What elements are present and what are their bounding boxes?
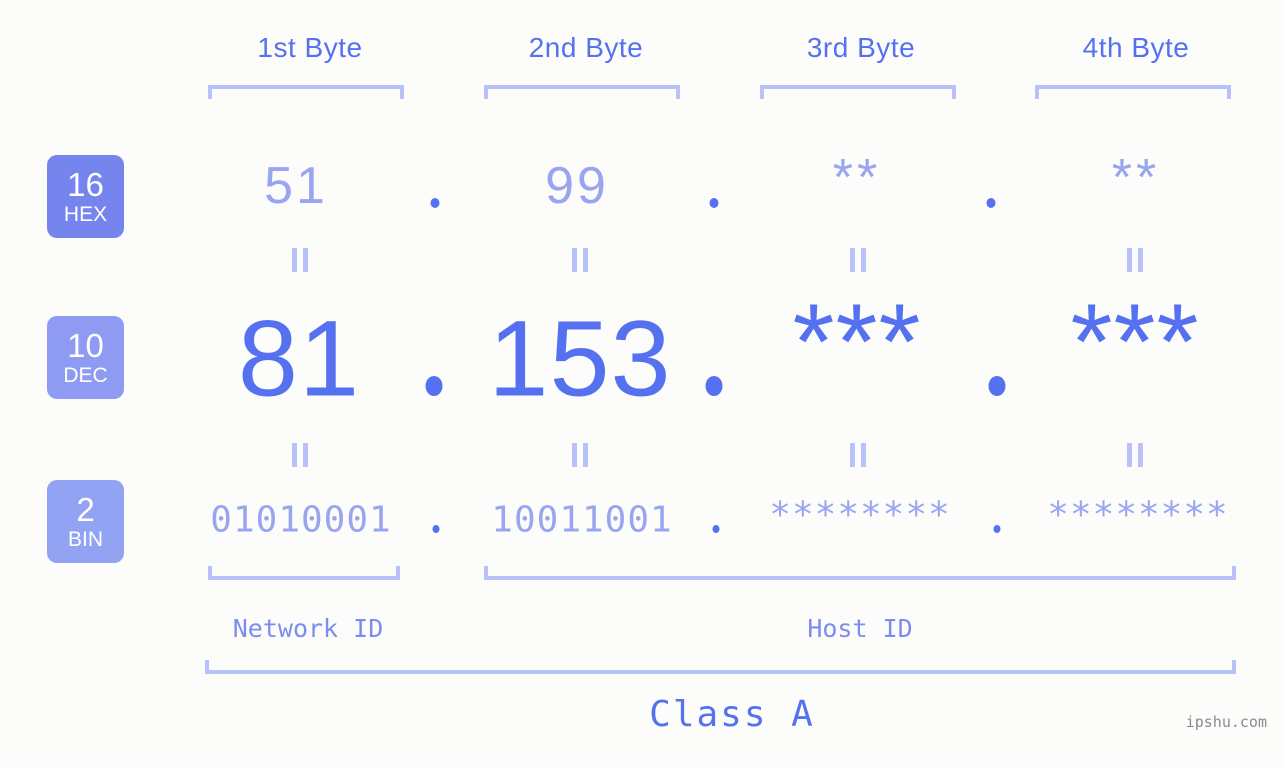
hex-separator-dot-3 [986, 198, 996, 208]
hex-byte-4: ** [1111, 149, 1161, 207]
equals-mark-dec-bin-4 [1127, 443, 1143, 467]
bin-byte-2: 10011001 [491, 499, 673, 541]
dec-byte-1: 81 [237, 297, 361, 419]
dec-separator-dot-1 [425, 376, 443, 396]
host-id-label: Host ID [807, 614, 913, 643]
equals-mark-dec-bin-2 [572, 443, 588, 467]
dec-byte-4: *** [1070, 280, 1200, 402]
equals-mark-hex-dec-2 [572, 248, 588, 272]
network-id-label: Network ID [232, 614, 384, 643]
base-badge-bin: 2 BIN [47, 480, 124, 563]
base-badge-hex-number: 16 [67, 166, 104, 203]
site-watermark: ipshu.com [1185, 713, 1267, 731]
bin-separator-dot-3 [993, 525, 1001, 533]
hex-byte-3: ** [832, 149, 882, 207]
equals-mark-hex-dec-3 [850, 248, 866, 272]
byte-bracket-3 [760, 85, 956, 99]
hex-byte-2: 99 [545, 157, 609, 215]
equals-mark-dec-bin-1 [292, 443, 308, 467]
class-bracket [205, 660, 1236, 674]
byte-bracket-2 [484, 85, 680, 99]
class-label: Class A [649, 694, 815, 735]
byte-header-2: 2nd Byte [528, 32, 644, 63]
base-badge-bin-number: 2 [76, 491, 95, 528]
equals-mark-hex-dec-1 [292, 248, 308, 272]
bin-byte-4: ******** [1047, 494, 1229, 536]
base-badge-bin-label: BIN [67, 528, 103, 551]
hex-separator-dot-1 [430, 198, 440, 208]
base-badge-hex-label: HEX [63, 203, 108, 226]
bin-byte-1: 01010001 [210, 499, 392, 541]
equals-mark-dec-bin-3 [850, 443, 866, 467]
dec-separator-dot-3 [988, 376, 1006, 396]
hex-byte-1: 51 [264, 157, 328, 215]
network-id-bracket [208, 566, 400, 580]
dec-byte-3: *** [792, 280, 922, 402]
base-badge-dec-label: DEC [63, 364, 108, 387]
base-badge-dec-number: 10 [67, 327, 104, 364]
dec-separator-dot-2 [705, 376, 723, 396]
host-id-bracket [484, 566, 1236, 580]
bin-separator-dot-1 [432, 525, 440, 533]
hex-separator-dot-2 [709, 198, 719, 208]
equals-mark-hex-dec-4 [1127, 248, 1143, 272]
byte-header-4: 4th Byte [1082, 32, 1190, 63]
bin-separator-dot-2 [712, 525, 720, 533]
base-badge-hex: 16 HEX [47, 155, 124, 238]
ip-address-breakdown-diagram: 1st Byte 2nd Byte 3rd Byte 4th Byte 16 H… [0, 0, 1285, 767]
dec-byte-2: 153 [488, 297, 672, 419]
byte-bracket-4 [1035, 85, 1231, 99]
base-badge-dec: 10 DEC [47, 316, 124, 399]
byte-header-3: 3rd Byte [806, 32, 916, 63]
bin-byte-3: ******** [769, 494, 951, 536]
byte-bracket-1 [208, 85, 404, 99]
byte-header-1: 1st Byte [257, 32, 363, 63]
